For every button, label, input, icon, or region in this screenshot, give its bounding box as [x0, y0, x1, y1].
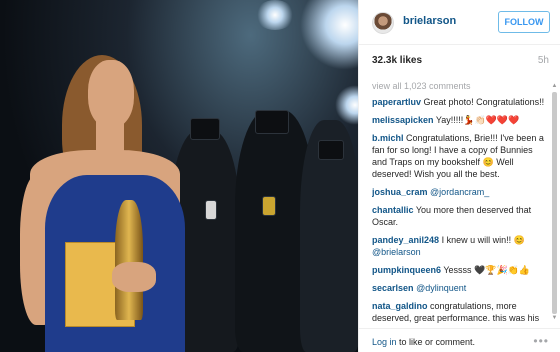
- comment-text: Yessss 🖤🏆🎉👏👍: [443, 265, 531, 275]
- comment-item: melissapicken Yay!!!!!💃👏🏻❤️❤️❤️: [372, 114, 547, 126]
- camera: [262, 196, 276, 216]
- post-stats: 32.3k likes 5h: [359, 52, 560, 72]
- scrollbar-thumb[interactable]: [552, 92, 557, 314]
- comment-username[interactable]: chantallic: [372, 205, 414, 215]
- comment-username[interactable]: melissapicken: [372, 115, 434, 125]
- comment-text: Great photo! Congratulations!!: [423, 97, 545, 107]
- comment-username[interactable]: joshua_cram: [372, 187, 428, 197]
- comment-item: secarlsen @dylinquent: [372, 282, 547, 294]
- post-photo: [0, 0, 358, 352]
- camera: [205, 200, 217, 220]
- comment-username[interactable]: paperartluv: [372, 97, 421, 107]
- post-footer: Log in to like or comment. •••: [359, 328, 560, 352]
- camera-flash: [255, 0, 295, 30]
- camera: [318, 140, 344, 160]
- camera: [190, 118, 220, 140]
- comment-mention[interactable]: @jordancram_: [430, 187, 489, 197]
- comment-item: pandey_anil248 I knew u will win!! 😊 @br…: [372, 234, 547, 258]
- post-age[interactable]: 5h: [538, 55, 549, 66]
- comment-username[interactable]: pumpkinqueen6: [372, 265, 441, 275]
- comments-scrollbar[interactable]: ▲ ▼: [551, 82, 558, 322]
- comment-username[interactable]: pandey_anil248: [372, 235, 439, 245]
- comment-item: nata_galdino congratulations, more deser…: [372, 300, 547, 324]
- login-link[interactable]: Log in: [372, 337, 397, 347]
- comment-mention[interactable]: @brielarson: [372, 247, 421, 257]
- follow-button[interactable]: FOLLOW: [498, 11, 550, 33]
- comment-item: joshua_cram @jordancram_: [372, 186, 547, 198]
- comment-item: b.michl Congratulations, Brie!!! I've be…: [372, 132, 547, 180]
- comment-username[interactable]: secarlsen: [372, 283, 414, 293]
- oscar-statuette: [115, 200, 143, 320]
- comment-item: chantallic You more then deserved that O…: [372, 204, 547, 228]
- scroll-down-arrow-icon[interactable]: ▼: [551, 314, 558, 322]
- author-username[interactable]: brielarson: [403, 15, 456, 27]
- post-sidebar: brielarson FOLLOW 32.3k likes 5h view al…: [358, 0, 560, 352]
- view-all-comments-link[interactable]: view all 1,023 comments: [372, 79, 547, 94]
- more-options-icon[interactable]: •••: [533, 334, 549, 348]
- comment-username[interactable]: nata_galdino: [372, 301, 428, 311]
- scroll-up-arrow-icon[interactable]: ▲: [551, 82, 558, 90]
- comment-mention[interactable]: @dylinquent: [416, 283, 466, 293]
- login-prompt-text: to like or comment.: [396, 337, 476, 347]
- comment-list: view all 1,023 comments paperartluv Grea…: [372, 79, 547, 324]
- post-header: brielarson FOLLOW: [359, 0, 560, 45]
- comment-item: pumpkinqueen6 Yessss 🖤🏆🎉👏👍: [372, 264, 547, 276]
- comment-item: paperartluv Great photo! Congratulations…: [372, 96, 547, 108]
- login-prompt: Log in to like or comment.: [372, 337, 475, 347]
- avatar[interactable]: [372, 12, 394, 34]
- comment-username[interactable]: b.michl: [372, 133, 404, 143]
- comment-text: I knew u will win!! 😊: [441, 235, 525, 245]
- hand: [112, 262, 156, 292]
- camera-flash: [335, 85, 358, 125]
- camera: [255, 110, 289, 134]
- comment-text: Yay!!!!!💃👏🏻❤️❤️❤️: [435, 115, 520, 125]
- camera-flash: [300, 0, 358, 70]
- like-count[interactable]: 32.3k likes: [372, 55, 422, 66]
